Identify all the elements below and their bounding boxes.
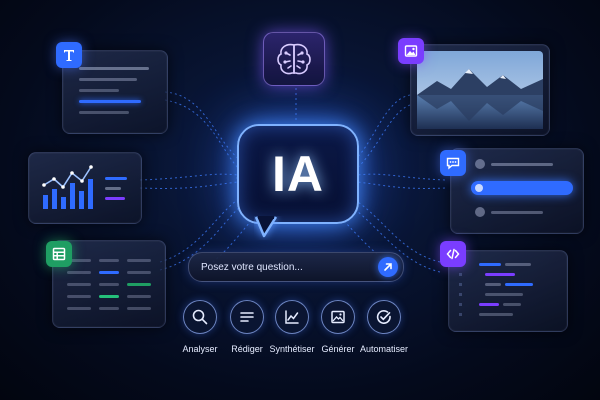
code-card	[448, 250, 568, 332]
analytics-card	[28, 152, 142, 224]
send-button[interactable]	[378, 257, 398, 277]
ai-dashboard: IA Analyser Rédiger Synthétiser Générer	[0, 0, 600, 400]
chat-card	[450, 148, 584, 234]
text-line	[79, 111, 129, 114]
code-lines	[459, 263, 533, 316]
action-generer-button[interactable]	[321, 300, 355, 334]
trend-chart-icon	[285, 310, 299, 324]
action-rediger-button[interactable]	[230, 300, 264, 334]
table-icon	[46, 241, 72, 267]
check-circle-icon	[376, 309, 391, 324]
arrow-up-right-icon	[384, 263, 392, 271]
action-automatiser[interactable]: Automatiser	[354, 300, 414, 354]
action-label: Automatiser	[359, 344, 409, 354]
action-synthetiser-button[interactable]	[275, 300, 309, 334]
text-line-highlight	[79, 100, 141, 103]
text-line	[79, 78, 137, 81]
chat-message-highlight[interactable]	[471, 181, 573, 195]
question-input[interactable]	[201, 253, 371, 281]
chat-line	[491, 211, 543, 214]
brain-icon-box	[263, 32, 325, 86]
speech-bubble-tail	[254, 216, 278, 238]
chat-bubble-icon	[440, 150, 466, 176]
action-automatiser-button[interactable]	[367, 300, 401, 334]
text-T-icon	[56, 42, 82, 68]
chat-avatar	[475, 207, 485, 217]
chat-line	[491, 163, 553, 166]
ia-speech-bubble: IA	[237, 124, 359, 224]
action-analyser-button[interactable]	[183, 300, 217, 334]
chat-avatar	[475, 159, 485, 169]
ia-title: IA	[272, 146, 324, 202]
chat-avatar	[475, 184, 483, 192]
bar-line-chart-icon	[42, 165, 127, 209]
image-icon	[331, 310, 345, 324]
mountain-lake-image	[417, 51, 543, 129]
text-line	[79, 67, 149, 70]
magnifier-icon	[192, 309, 208, 325]
code-brackets-icon	[440, 241, 466, 267]
image-preview-card	[410, 44, 550, 136]
brain-circuit-icon	[277, 43, 311, 75]
text-line	[79, 89, 119, 92]
text-lines-icon	[240, 312, 254, 322]
image-icon	[398, 38, 424, 64]
question-search-bar	[188, 252, 404, 282]
